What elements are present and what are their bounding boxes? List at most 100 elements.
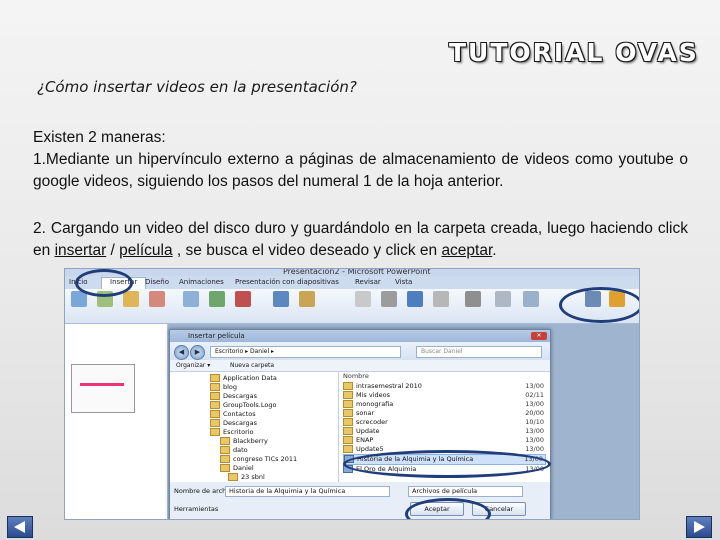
new-folder-button[interactable]: Nueva carpeta bbox=[230, 360, 274, 371]
slide-subtitle: ¿Cómo insertar videos en la presentación… bbox=[37, 78, 357, 96]
folder-icon bbox=[220, 455, 230, 463]
triangle-right-icon bbox=[694, 521, 705, 533]
folder-icon bbox=[343, 436, 353, 444]
folder-icon bbox=[220, 437, 230, 445]
intro-line1: Existen 2 maneras: bbox=[33, 129, 166, 146]
folder-icon bbox=[220, 446, 230, 454]
tree-item[interactable]: GroupTools.Logo bbox=[210, 401, 276, 410]
pelicula-link[interactable]: película bbox=[119, 242, 172, 259]
tree-item[interactable]: congreso TICs 2011 bbox=[220, 455, 297, 464]
step2-paragraph: 2. Cargando un video del disco duro y gu… bbox=[33, 218, 688, 262]
ribbon-tabs: Inicio Insertar Diseño Animaciones Prese… bbox=[65, 276, 639, 289]
ppt-window-title: Presentación2 - Microsoft PowerPoint bbox=[283, 268, 431, 276]
ribbon bbox=[65, 289, 639, 324]
step2-sep: / bbox=[106, 242, 120, 259]
aceptar-link[interactable]: aceptar bbox=[441, 242, 492, 259]
file-row[interactable]: monografia 13/00 bbox=[343, 400, 546, 409]
clipart-icon[interactable] bbox=[123, 291, 139, 307]
tree-item[interactable]: 23 sbnl bbox=[228, 473, 265, 482]
chart-icon[interactable] bbox=[235, 291, 251, 307]
step2-text-b: , se busca el video deseado y click en bbox=[172, 242, 442, 259]
file-row[interactable]: ENAP 13/00 bbox=[343, 436, 546, 445]
action-icon[interactable] bbox=[299, 291, 315, 307]
tab-animaciones[interactable]: Animaciones bbox=[179, 278, 224, 286]
symbol-icon[interactable] bbox=[495, 291, 511, 307]
folder-icon bbox=[343, 409, 353, 417]
slide-number-icon[interactable] bbox=[465, 291, 481, 307]
folder-icon bbox=[210, 374, 220, 382]
next-slide-button[interactable] bbox=[686, 516, 712, 538]
folder-icon bbox=[343, 382, 353, 390]
folder-icon bbox=[228, 473, 238, 481]
highlight-circle-file bbox=[343, 450, 551, 478]
folder-icon bbox=[210, 401, 220, 409]
tree-item[interactable]: Blackberry bbox=[220, 437, 268, 446]
prev-slide-button[interactable] bbox=[7, 516, 33, 538]
slide-thumbnail[interactable] bbox=[71, 364, 135, 413]
object-icon[interactable] bbox=[523, 291, 539, 307]
folder-icon bbox=[220, 464, 230, 472]
back-icon[interactable]: ◀ bbox=[174, 345, 189, 360]
tree-item[interactable]: Descargas bbox=[210, 419, 257, 428]
folder-icon bbox=[343, 427, 353, 435]
tree-item[interactable]: blog bbox=[210, 383, 237, 392]
intro-line2: 1.Mediante un hipervínculo externo a pág… bbox=[33, 151, 688, 190]
filetype-select[interactable]: Archivos de película bbox=[408, 486, 523, 497]
smartart-icon[interactable] bbox=[209, 291, 225, 307]
tree-item[interactable]: Application Data bbox=[210, 374, 277, 383]
folder-icon bbox=[210, 419, 220, 427]
tab-presentacion[interactable]: Presentación con diapositivas bbox=[235, 278, 339, 286]
dialog-navbar: ◀ ▶ Escritorio ▸ Daniel ▸ Buscar Daniel bbox=[170, 343, 550, 360]
highlight-circle-pelicula bbox=[559, 287, 639, 323]
folder-icon bbox=[343, 400, 353, 408]
hyperlink-icon[interactable] bbox=[273, 291, 289, 307]
triangle-left-icon bbox=[14, 521, 25, 533]
file-row[interactable]: Mis videos 02/11 bbox=[343, 391, 546, 400]
file-row[interactable]: Update 13/00 bbox=[343, 427, 546, 436]
folder-tree: Application Data blog Descargas GroupToo… bbox=[170, 372, 339, 482]
folder-icon bbox=[210, 410, 220, 418]
folder-icon bbox=[210, 428, 220, 436]
textbox-icon[interactable] bbox=[355, 291, 371, 307]
album-icon[interactable] bbox=[149, 291, 165, 307]
highlight-circle-insertar bbox=[75, 269, 133, 297]
step2-end: . bbox=[492, 242, 497, 259]
slide-thumbnail-pane bbox=[65, 324, 168, 519]
tree-item[interactable]: Escritorio bbox=[210, 428, 254, 437]
folder-icon bbox=[343, 391, 353, 399]
tree-item[interactable]: Descargas bbox=[210, 392, 257, 401]
tab-diseno[interactable]: Diseño bbox=[145, 278, 169, 286]
tab-revisar[interactable]: Revisar bbox=[355, 278, 381, 286]
dialog-footer: Nombre de archivo: Historia de la Alquim… bbox=[170, 483, 550, 519]
tools-menu[interactable]: Herramientas bbox=[174, 505, 218, 513]
folder-icon bbox=[343, 445, 353, 453]
intro-paragraph: Existen 2 maneras: 1.Mediante un hiperví… bbox=[33, 127, 688, 193]
tutorial-title: TUTORIAL OVAS bbox=[449, 38, 699, 67]
shapes-icon[interactable] bbox=[183, 291, 199, 307]
folder-icon bbox=[343, 418, 353, 426]
folder-icon bbox=[210, 383, 220, 391]
insertar-link[interactable]: insertar bbox=[55, 242, 107, 259]
file-row[interactable]: intrasemestral 2010 13/00 bbox=[343, 382, 546, 391]
tree-item[interactable]: Contactos bbox=[210, 410, 256, 419]
tree-item[interactable]: Daniel bbox=[220, 464, 254, 473]
tab-vista[interactable]: Vista bbox=[395, 278, 412, 286]
filename-input[interactable]: Historia de la Alquimia y la Química bbox=[225, 486, 390, 497]
file-row[interactable]: sonar 20/00 bbox=[343, 409, 546, 418]
powerpoint-screenshot: Presentación2 - Microsoft PowerPoint Ini… bbox=[64, 268, 640, 520]
slide-thumbnail-mark bbox=[80, 383, 124, 386]
address-bar[interactable]: Escritorio ▸ Daniel ▸ bbox=[210, 346, 401, 358]
organize-button[interactable]: Organizar ▾ bbox=[176, 360, 210, 371]
search-input[interactable]: Buscar Daniel bbox=[416, 346, 542, 358]
close-icon[interactable]: ✕ bbox=[531, 332, 547, 340]
dialog-title: Insertar película bbox=[170, 330, 550, 342]
header-footer-icon[interactable] bbox=[381, 291, 397, 307]
ppt-titlebar: Presentación2 - Microsoft PowerPoint bbox=[65, 269, 639, 276]
forward-icon[interactable]: ▶ bbox=[190, 345, 205, 360]
tree-item[interactable]: dato bbox=[220, 446, 248, 455]
column-header-name[interactable]: Nombre bbox=[343, 372, 546, 381]
insert-movie-dialog: Insertar película ✕ ◀ ▶ Escritorio ▸ Dan… bbox=[169, 329, 551, 519]
date-icon[interactable] bbox=[433, 291, 449, 307]
file-row[interactable]: screcoder 10/10 bbox=[343, 418, 546, 427]
wordart-icon[interactable] bbox=[407, 291, 423, 307]
